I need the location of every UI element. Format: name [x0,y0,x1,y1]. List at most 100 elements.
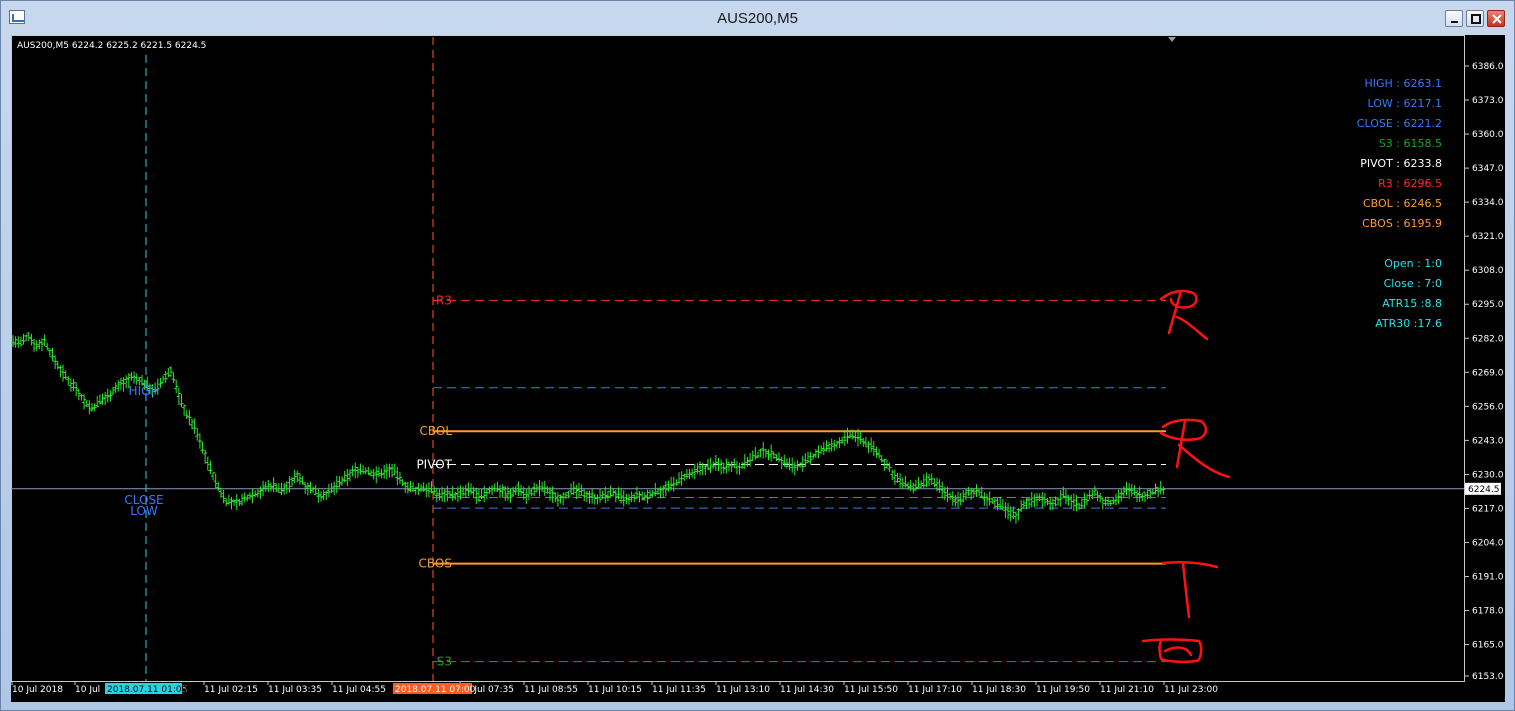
x-tick-label: 10 Jul [75,685,100,695]
candle-bar [53,355,58,370]
candle-bar [937,479,942,493]
close-icon [1492,14,1502,24]
info-panel-item: R3 : 6296.5 [1378,177,1442,190]
chart-canvas[interactable]: AUS200,M5 6224.2 6225.2 6221.5 6224.5 R3… [11,35,1505,702]
candle-bar [442,489,447,503]
candle-bar [961,490,966,503]
candle-bar [419,483,424,492]
candle-bar [842,430,847,446]
annotation-s3-mark [1141,638,1203,664]
x-tick-label: 11 Jul 17:10 [908,685,962,695]
candle-bar [84,400,89,407]
candle-bar [563,492,568,500]
x-tick-label: 11 Jul 10:15 [588,685,642,695]
candle-bar [200,441,205,454]
candle-bar [940,481,945,499]
minimize-button[interactable] [1445,10,1463,27]
prev-day-label-high: HIGH [129,384,160,398]
candle-bar [1087,489,1092,500]
candle-bar [582,489,587,502]
candle-bar [921,474,926,488]
candle-bar [1056,497,1061,506]
candle-bar [129,372,134,381]
candle-bar [355,466,360,478]
candle-bar [108,390,113,402]
y-tick-label: 6386.0 [1472,62,1504,72]
candle-bar [719,459,724,475]
candle-bar [371,468,376,480]
y-tick-label: 6217.0 [1472,504,1504,514]
candle-bar [103,392,108,406]
maximize-icon [1471,14,1481,24]
x-tick-label: 11 Jul 11:35 [652,685,706,695]
title-bar[interactable]: AUS200,M5 [1,1,1514,33]
candle-bar [982,492,987,506]
candle-bar [692,463,697,480]
x-tick-label: 11 Jul 03:35 [268,685,322,695]
candle-bar [642,492,647,501]
chart-shift-marker[interactable] [1168,37,1176,42]
maximize-button[interactable] [1466,10,1484,27]
y-tick-label: 6256.0 [1472,402,1504,412]
candle-bar [729,461,734,472]
candle-bar [500,484,505,498]
candle-bar [324,490,329,500]
y-tick-label: 6269.0 [1472,368,1504,378]
info-panel-item: S3 : 6158.5 [1379,137,1442,150]
candle-bar [321,490,326,501]
candle-bar [734,460,739,475]
candle-bar [695,463,700,474]
candle-bar [292,469,297,484]
candle-bar [276,483,281,493]
candle-bar [1106,496,1111,507]
candle-bar [482,485,487,503]
info-panel-item: HIGH : 6263.1 [1365,77,1443,90]
candle-bar [792,461,797,476]
candle-bar [387,463,392,478]
level-label-cbos: CBOS [419,557,452,571]
close-button[interactable] [1487,10,1505,27]
candle-bar [434,488,439,503]
candle-bar [390,463,395,478]
candle-bar [866,441,871,454]
candle-bar [68,378,73,392]
candle-bar [76,388,81,401]
candle-bar [300,476,305,485]
candle-bar [82,394,87,410]
candle-bar [1161,486,1166,495]
candle-bar [366,466,371,476]
candle-bar [1135,490,1140,503]
candle-bar [174,379,179,393]
candle-bar [619,488,624,504]
x-tick-label: 11 Jul 19:50 [1036,685,1090,695]
current-price-label: 6224.5 [1468,485,1500,495]
candle-bar [361,465,366,475]
candle-bar [579,484,584,496]
info-panel-item: PIVOT : 6233.8 [1360,157,1442,170]
candle-bar [268,482,273,492]
candle-bar [698,461,703,476]
x-tick-label: 11 Jul 04:55 [332,685,386,695]
candle-bar [184,409,189,420]
candle-bar [529,488,534,497]
candle-bar [358,463,363,475]
candle-bar [687,468,692,480]
candle-bar [34,339,39,351]
x-tick-label: 11 Jul 13:10 [716,685,770,695]
candle-bar [790,457,795,473]
candle-bar [271,477,276,493]
price-chart[interactable]: AUS200,M5 6224.2 6225.2 6221.5 6224.5 R3… [11,35,1505,702]
candle-bar [677,472,682,484]
candle-bar [211,472,216,481]
candle-bar [1029,491,1034,508]
cursor-time-right: 2018.07.11 07:00 [395,685,476,695]
candle-bar [311,486,316,493]
x-tick-label: 10 Jul 2018 [12,685,63,695]
candle-bar [395,467,400,486]
annotation-cbol-mark [1159,418,1231,479]
candle-bar [26,332,31,342]
candle-bar [403,481,408,494]
candle-bar [753,447,758,460]
candle-bar [658,486,663,499]
candle-bar [777,452,782,463]
